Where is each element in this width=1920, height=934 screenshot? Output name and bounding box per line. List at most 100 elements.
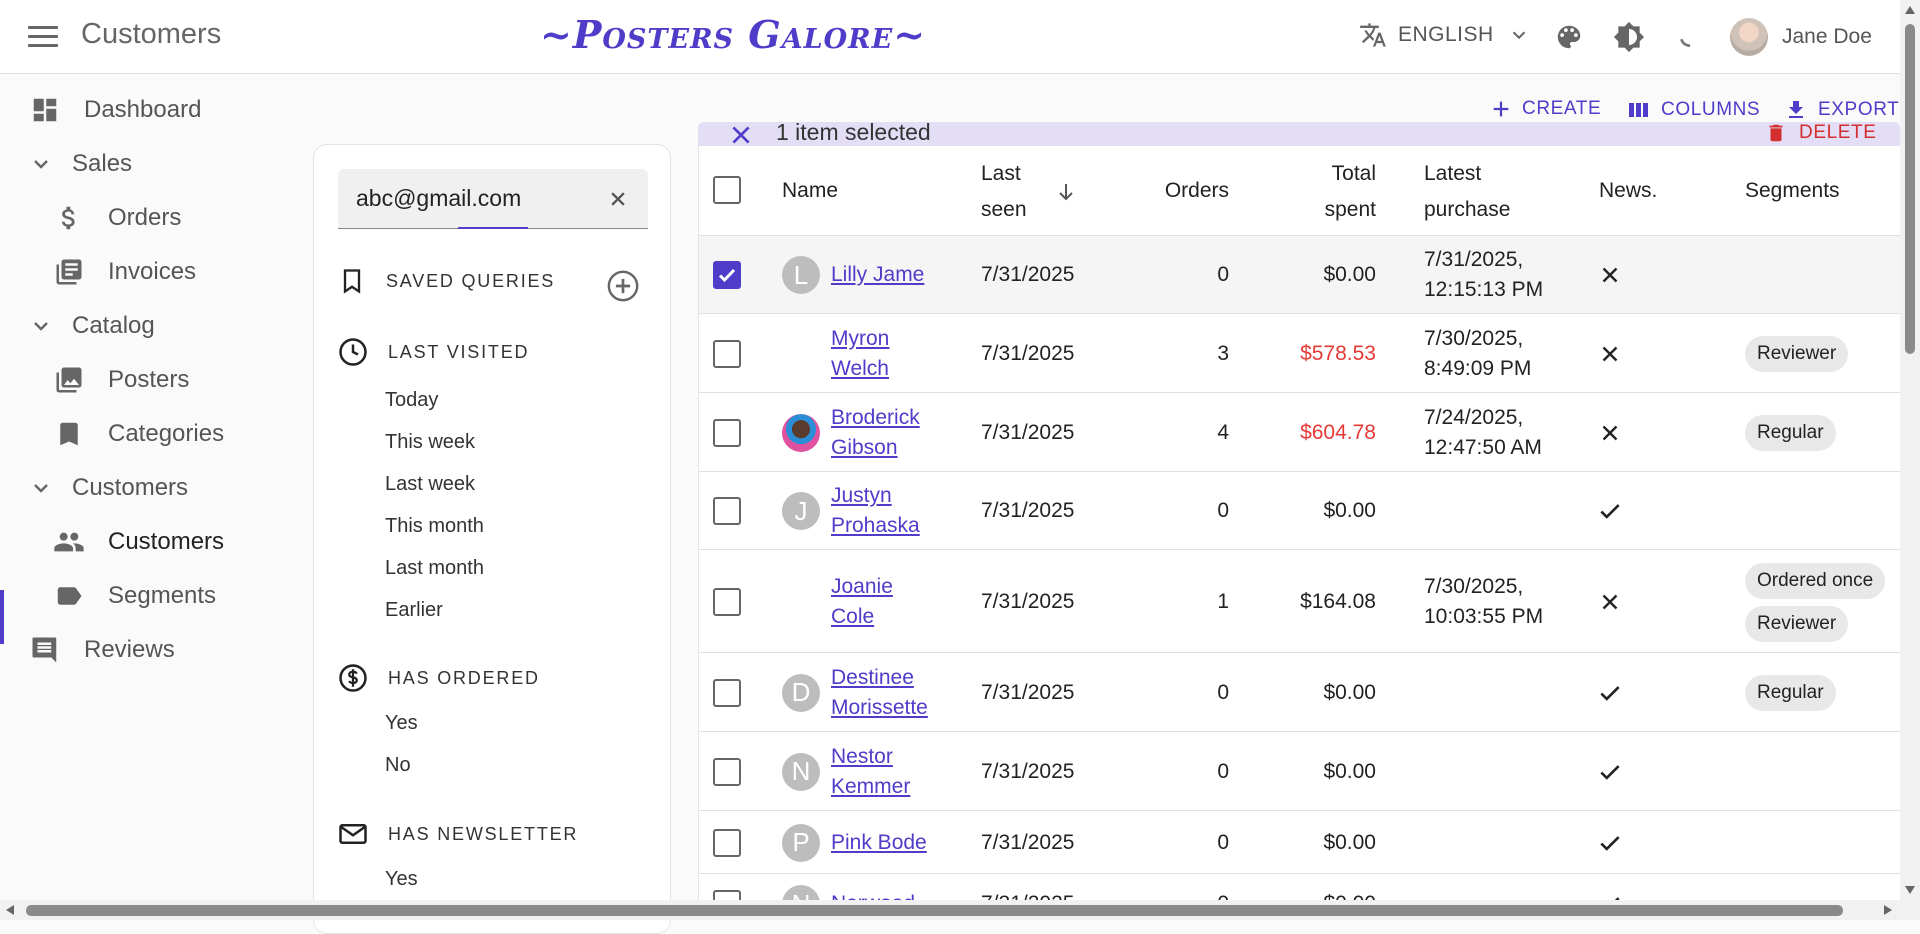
vertical-scrollbar[interactable] (1900, 0, 1920, 900)
row-checkbox[interactable] (713, 339, 741, 368)
table-row[interactable]: P Pink Bode 7/31/2025 0 $0.00 (699, 811, 1900, 874)
sidebar-item-label: Customers (108, 528, 225, 555)
filter-option-this-month[interactable]: This month (385, 515, 484, 538)
close-icon[interactable] (728, 122, 756, 148)
row-checkbox[interactable] (713, 497, 741, 525)
palette-icon[interactable] (1552, 20, 1586, 54)
customer-name-link[interactable]: Lilly Jame (831, 260, 951, 290)
create-button[interactable]: CREATE (1490, 98, 1601, 120)
avatar: L (782, 256, 820, 294)
filter-option-this-week[interactable]: This week (385, 431, 475, 454)
user-menu[interactable]: Jane Doe (1730, 18, 1872, 56)
plus-icon (1493, 101, 1509, 117)
add-circle-icon[interactable] (606, 269, 640, 303)
last-seen-cell: 7/31/2025 (981, 830, 1075, 854)
customer-name-link[interactable]: Pink Bode (831, 828, 951, 858)
filter-option-ordered-no[interactable]: No (385, 754, 411, 777)
column-header-total-spent[interactable]: Total spent (1249, 156, 1376, 228)
has-newsletter-label: HAS NEWSLETTER (388, 823, 579, 844)
segment-chip: Reviewer (1745, 335, 1849, 372)
column-header-orders[interactable]: Orders (1089, 173, 1229, 209)
total-spent-cell: $0.00 (1323, 680, 1376, 704)
theme-toggle-icon[interactable] (1612, 20, 1646, 54)
sidebar-group-customers[interactable]: Customers (24, 471, 188, 505)
columns-icon (1629, 103, 1648, 117)
column-header-name[interactable]: Name (782, 173, 838, 209)
language-selector[interactable]: ENGLISH (1358, 20, 1534, 50)
table-row[interactable]: L Lilly Jame 7/31/2025 0 $0.00 7/31/2025, 12:1… (699, 236, 1900, 314)
bookmark-outline-icon (343, 269, 361, 294)
table-row[interactable]: Myron Welch 7/31/2025 3 $578.53 7/30/2025, 8:4… (699, 314, 1900, 393)
sidebar-item-categories[interactable]: Categories (52, 417, 224, 451)
sidebar-item-label: Categories (108, 420, 225, 447)
dollar-icon (52, 201, 86, 235)
table-row[interactable]: N Nestor Kemmer 7/31/2025 0 $0.00 (699, 732, 1900, 811)
customer-name-link[interactable]: Joanie Cole (831, 572, 951, 632)
sidebar-item-invoices[interactable]: Invoices (52, 255, 196, 289)
filter-option-last-week[interactable]: Last week (385, 473, 475, 496)
filter-option-last-month[interactable]: Last month (385, 557, 484, 580)
filter-option-ordered-yes[interactable]: Yes (385, 712, 418, 735)
sidebar-group-sales[interactable]: Sales (24, 147, 132, 181)
search-input[interactable] (356, 181, 596, 215)
row-checkbox[interactable] (713, 828, 741, 857)
column-header-last-seen[interactable]: Last seen (981, 156, 1027, 228)
row-checkbox[interactable] (713, 757, 741, 786)
table-row[interactable]: Joanie Cole 7/31/2025 1 $164.08 7/30/2025, 10:… (699, 550, 1900, 653)
scrollbar-thumb[interactable] (26, 905, 1843, 916)
column-header-newsletter[interactable]: News. (1599, 173, 1657, 209)
sidebar-item-reviews[interactable]: Reviews (28, 633, 175, 667)
total-spent-cell: $604.78 (1300, 420, 1376, 444)
active-indicator (0, 590, 4, 644)
table-row[interactable]: J Justyn Prohaska 7/31/2025 0 $0.00 (699, 472, 1900, 550)
table-row[interactable]: Broderick Gibson 7/31/2025 4 $604.78 7/24/202… (699, 393, 1900, 472)
customer-name-link[interactable]: Nestor Kemmer (831, 742, 951, 802)
name-line: Kemmer (831, 774, 911, 798)
close-icon (1597, 262, 1623, 288)
sidebar-item-posters[interactable]: Posters (52, 363, 189, 397)
close-icon (1597, 589, 1623, 615)
column-header-latest-purchase[interactable]: Latest purchase (1424, 156, 1510, 228)
sidebar-item-dashboard[interactable]: Dashboard (28, 93, 201, 127)
dashboard-icon (28, 93, 62, 127)
filter-option-today[interactable]: Today (385, 389, 438, 412)
scrollbar-thumb[interactable] (1905, 24, 1915, 354)
sidebar-item-customers[interactable]: Customers (52, 525, 224, 559)
customer-name-link[interactable]: Broderick Gibson (831, 403, 951, 463)
latest-purchase-cell: 7/24/2025, 12:47:50 AM (1424, 403, 1542, 463)
select-all-checkbox[interactable] (713, 176, 741, 204)
row-checkbox[interactable] (713, 678, 741, 707)
delete-button[interactable]: DELETE (1765, 121, 1877, 145)
total-spent-cell: $164.08 (1300, 589, 1376, 613)
mail-icon (339, 824, 367, 844)
columns-button[interactable]: COLUMNS (1625, 98, 1760, 122)
row-checkbox[interactable] (713, 587, 741, 616)
sidebar-item-segments[interactable]: Segments (52, 579, 216, 613)
customer-name-link[interactable]: Destinee Morissette (831, 663, 951, 723)
orders-cell: 0 (1217, 830, 1229, 854)
filter-option-newsletter-yes[interactable]: Yes (385, 868, 418, 891)
filter-option-earlier[interactable]: Earlier (385, 599, 443, 622)
user-name: Jane Doe (1782, 25, 1872, 48)
clear-search-icon[interactable] (604, 185, 632, 213)
arrow-down-icon[interactable] (1054, 180, 1078, 209)
row-checkbox[interactable] (713, 418, 741, 447)
last-seen-cell: 7/31/2025 (981, 263, 1075, 286)
horizontal-scrollbar[interactable] (0, 900, 1920, 920)
customer-name-link[interactable]: Myron Welch (831, 324, 951, 384)
export-button[interactable]: EXPORT (1784, 98, 1899, 122)
avatar: D (782, 673, 820, 712)
close-icon (1597, 420, 1623, 446)
sidebar-group-catalog[interactable]: Catalog (24, 309, 155, 343)
segment-chip: Ordered once (1745, 563, 1886, 599)
avatar: P (782, 823, 820, 862)
dollar-circle-icon (339, 664, 367, 692)
sidebar-item-label: Orders (108, 204, 182, 231)
row-checkbox[interactable] (713, 261, 741, 289)
customer-name-link[interactable]: Justyn Prohaska (831, 481, 951, 541)
table-row[interactable]: D Destinee Morissette 7/31/2025 0 $0.00 Regula… (699, 653, 1900, 732)
sidebar-item-orders[interactable]: Orders (52, 201, 181, 235)
last-seen-cell: 7/31/2025 (981, 759, 1075, 783)
purchase-date: 7/30/2025, (1424, 326, 1524, 350)
menu-icon[interactable] (28, 26, 58, 48)
